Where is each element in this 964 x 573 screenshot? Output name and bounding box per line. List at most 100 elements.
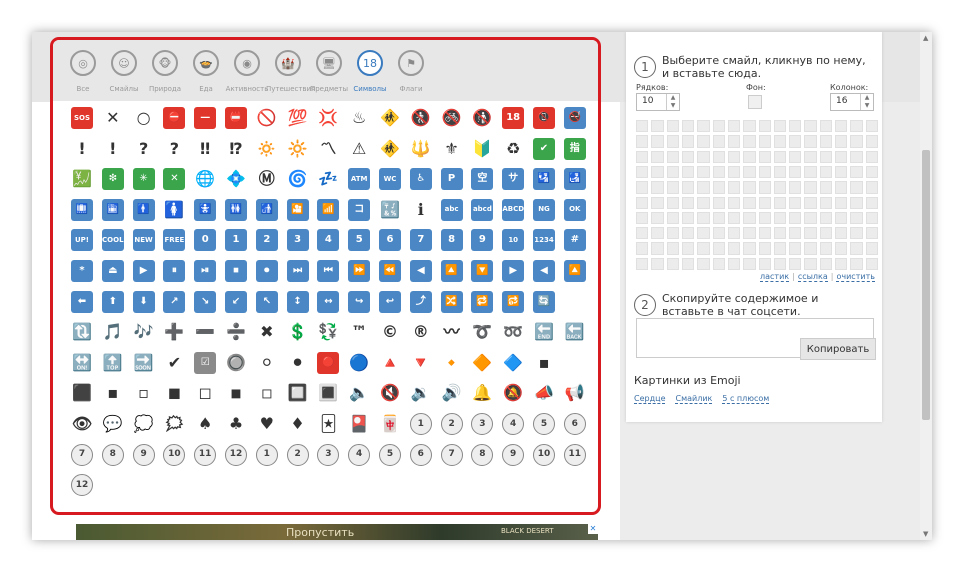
emoji-button[interactable]: ✳ bbox=[132, 168, 155, 191]
clear-link[interactable]: очистить bbox=[836, 272, 875, 282]
canvas-cell[interactable] bbox=[850, 242, 863, 255]
emoji-button[interactable]: 7 bbox=[71, 443, 93, 466]
emoji-button[interactable]: ♣ bbox=[225, 413, 247, 435]
canvas-cell[interactable] bbox=[804, 242, 817, 255]
canvas-cell[interactable] bbox=[743, 135, 756, 148]
emoji-button[interactable]: ➕ bbox=[163, 321, 185, 343]
canvas-cell[interactable] bbox=[819, 181, 833, 194]
canvas-cell[interactable] bbox=[835, 120, 848, 133]
canvas-cell[interactable] bbox=[773, 150, 787, 163]
emoji-button[interactable]: 🔰 bbox=[471, 138, 493, 160]
emoji-button[interactable]: 🚸 bbox=[379, 138, 401, 160]
five-plus-link[interactable]: 5 с плюсом bbox=[722, 394, 770, 404]
emoji-button[interactable]: NEW bbox=[132, 229, 155, 252]
canvas-cell[interactable] bbox=[636, 196, 649, 209]
emoji-button[interactable]: 🀄 bbox=[379, 413, 401, 435]
canvas-cell[interactable] bbox=[850, 227, 863, 240]
canvas-cell[interactable] bbox=[727, 135, 741, 148]
canvas-cell[interactable] bbox=[651, 227, 664, 240]
canvas-cell[interactable] bbox=[636, 227, 649, 240]
canvas-cell[interactable] bbox=[835, 165, 848, 179]
emoji-button[interactable]: 空 bbox=[471, 168, 494, 191]
canvas-cell[interactable] bbox=[712, 135, 725, 148]
emoji-button[interactable]: 18 bbox=[502, 107, 525, 129]
emoji-button[interactable]: 📵 bbox=[533, 107, 555, 129]
canvas-cell[interactable] bbox=[835, 227, 848, 240]
canvas-cell[interactable] bbox=[651, 257, 664, 270]
emoji-button[interactable]: 🔺 bbox=[379, 352, 401, 374]
emoji-button[interactable]: 9 bbox=[502, 443, 525, 466]
canvas-cell[interactable] bbox=[743, 257, 756, 270]
emoji-button[interactable]: 💤 bbox=[317, 168, 339, 190]
canvas-cell[interactable] bbox=[819, 120, 833, 133]
emoji-button[interactable]: 💹 bbox=[71, 168, 93, 190]
emoji-button[interactable]: ↗ bbox=[163, 290, 186, 313]
canvas-cell[interactable] bbox=[712, 150, 725, 163]
emoji-button[interactable]: ◽ bbox=[256, 382, 278, 404]
emoji-button[interactable]: 🚷 bbox=[410, 107, 432, 129]
emoji-button[interactable]: 9 bbox=[471, 229, 494, 252]
canvas-cell[interactable] bbox=[819, 211, 833, 225]
emoji-button[interactable]: 🔘 bbox=[225, 352, 247, 374]
canvas-cell[interactable] bbox=[681, 135, 695, 148]
canvas-cell[interactable] bbox=[865, 165, 878, 179]
emoji-button[interactable]: 10 bbox=[502, 229, 525, 252]
canvas-cell[interactable] bbox=[697, 120, 710, 133]
emoji-button[interactable]: 🛅 bbox=[101, 198, 124, 221]
emoji-button[interactable]: 3 bbox=[317, 443, 340, 466]
emoji-button[interactable]: ⏹ bbox=[225, 260, 247, 282]
emoji-button[interactable]: 4 bbox=[502, 413, 525, 435]
canvas-cell[interactable] bbox=[773, 242, 787, 255]
category-tab-flagi[interactable]: ⚑ Флаги bbox=[389, 48, 433, 93]
copy-button[interactable]: Копировать bbox=[800, 338, 876, 360]
ad-close-icon[interactable]: ✕ bbox=[588, 524, 598, 534]
category-tab-aktivnost[interactable]: ◉ Активность bbox=[225, 48, 269, 93]
canvas-cell[interactable] bbox=[835, 181, 848, 194]
canvas-cell[interactable] bbox=[789, 242, 802, 255]
emoji-button[interactable]: ✕ bbox=[102, 107, 124, 129]
canvas-cell[interactable] bbox=[681, 181, 695, 194]
rows-stepper[interactable]: 10 ▲ ▼ bbox=[636, 93, 680, 111]
canvas-cell[interactable] bbox=[697, 211, 710, 225]
scroll-thumb[interactable] bbox=[922, 150, 930, 420]
canvas-cell[interactable] bbox=[789, 120, 802, 133]
emoji-button[interactable]: * bbox=[71, 260, 93, 282]
canvas-cell[interactable] bbox=[651, 181, 664, 194]
emoji-button[interactable]: 🔆 bbox=[287, 138, 309, 160]
emoji-button[interactable]: 7 bbox=[440, 443, 463, 466]
canvas-cell[interactable] bbox=[681, 165, 695, 179]
emoji-button[interactable]: 🔔 bbox=[471, 382, 493, 404]
emoji-button[interactable]: 🔚 bbox=[533, 321, 555, 343]
canvas-cell[interactable] bbox=[712, 120, 725, 133]
emoji-button[interactable]: 2 bbox=[440, 413, 463, 435]
emoji-button[interactable]: 🎶 bbox=[133, 321, 155, 343]
canvas-cell[interactable] bbox=[666, 120, 679, 133]
canvas-cell[interactable] bbox=[865, 227, 878, 240]
emoji-button[interactable]: Ⓜ bbox=[256, 168, 278, 190]
canvas-cell[interactable] bbox=[681, 150, 695, 163]
canvas-cell[interactable] bbox=[865, 257, 878, 270]
canvas-cell[interactable] bbox=[636, 257, 649, 270]
canvas-cell[interactable] bbox=[727, 181, 741, 194]
emoji-button[interactable]: 🚮 bbox=[255, 198, 278, 221]
canvas-cell[interactable] bbox=[804, 196, 817, 209]
emoji-button[interactable]: 8 bbox=[440, 229, 463, 252]
emoji-button[interactable]: ⏪ bbox=[379, 260, 401, 282]
emoji-button[interactable]: 🔅 bbox=[256, 138, 278, 160]
emoji-button[interactable]: 🚯 bbox=[471, 107, 493, 129]
canvas-cell[interactable] bbox=[651, 196, 664, 209]
emoji-button[interactable]: ⏯ bbox=[194, 260, 217, 282]
emoji-button[interactable]: 🛃 bbox=[563, 168, 586, 191]
canvas-cell[interactable] bbox=[773, 227, 787, 240]
canvas-cell[interactable] bbox=[712, 165, 725, 179]
canvas-cell[interactable] bbox=[835, 150, 848, 163]
emoji-button[interactable]: 1 bbox=[225, 229, 247, 252]
canvas-cell[interactable] bbox=[666, 196, 679, 209]
canvas-cell[interactable] bbox=[773, 120, 787, 133]
canvas-cell[interactable] bbox=[789, 135, 802, 148]
eraser-link[interactable]: ластик bbox=[760, 272, 790, 282]
canvas-cell[interactable] bbox=[666, 242, 679, 255]
category-tab-priroda[interactable]: 🐵 Природа bbox=[143, 48, 187, 93]
canvas-cell[interactable] bbox=[666, 181, 679, 194]
canvas-cell[interactable] bbox=[804, 120, 817, 133]
